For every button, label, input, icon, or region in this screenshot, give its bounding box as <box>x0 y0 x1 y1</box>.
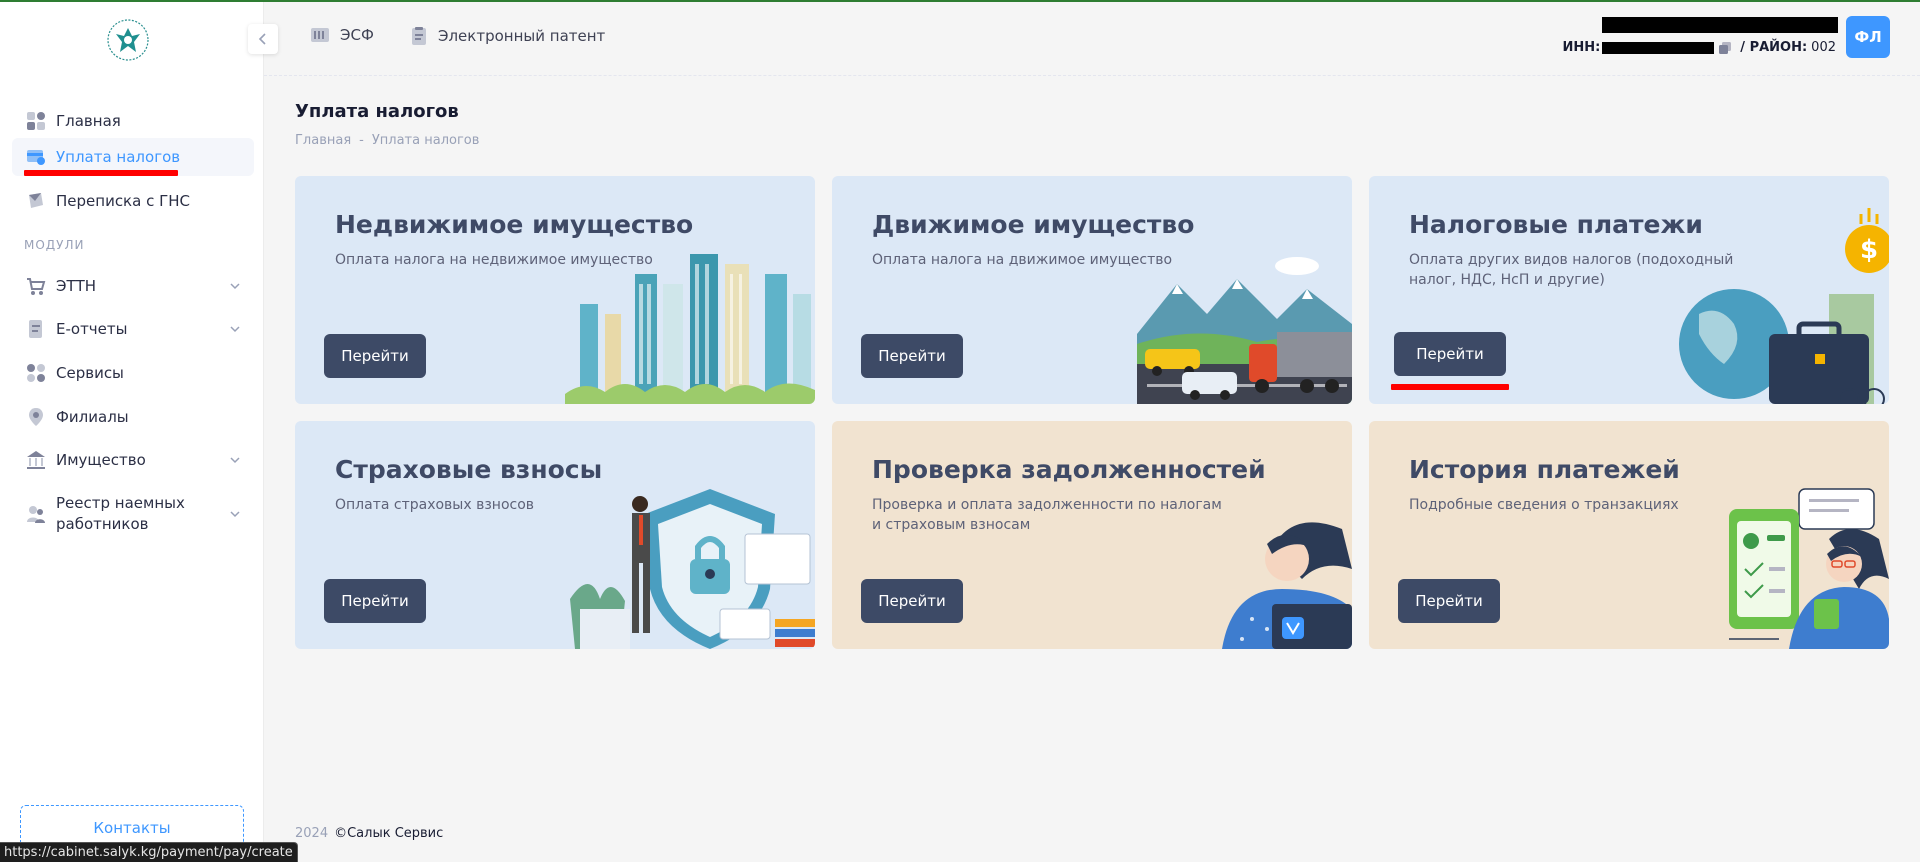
sidebar: Главная Уплата налогов Переписка с ГНС М… <box>0 0 264 862</box>
card-title: Недвижимое имущество <box>335 210 694 239</box>
sidebar-item-label: Сервисы <box>56 363 124 382</box>
card-title: Движимое имущество <box>872 210 1195 239</box>
sidebar-item-correspondence[interactable]: Переписка с ГНС <box>12 183 254 219</box>
card-title: История платежей <box>1409 455 1680 484</box>
city-buildings-illustration <box>565 254 815 404</box>
modules-section-label: МОДУЛИ <box>24 238 85 252</box>
go-button[interactable]: Перейти <box>324 334 426 378</box>
emblem-logo <box>107 19 149 61</box>
top-header: ЭСФ Электронный патент <box>264 0 1920 76</box>
mail-icon <box>26 191 46 211</box>
bank-icon <box>26 450 46 470</box>
reports-icon <box>26 319 46 339</box>
go-button[interactable]: Перейти <box>861 334 963 378</box>
patent-icon <box>410 26 428 46</box>
breadcrumb-separator: - <box>359 133 364 148</box>
chevron-down-icon <box>230 511 240 518</box>
sidebar-item-home[interactable]: Главная <box>12 103 254 139</box>
go-button[interactable]: Перейти <box>1394 332 1506 376</box>
breadcrumb-current: Уплата налогов <box>371 133 480 148</box>
inn-value-redacted <box>1602 41 1715 54</box>
woman-laptop-illustration <box>1222 522 1352 649</box>
sidebar-item-property[interactable]: Имущество <box>12 442 254 478</box>
user-avatar[interactable]: ФЛ <box>1846 16 1890 58</box>
sidebar-item-label: Главная <box>56 111 121 130</box>
sidebar-item-services[interactable]: Сервисы <box>12 355 254 391</box>
vehicles-mountains-illustration <box>1137 257 1352 404</box>
sidebar-item-label: Е-отчеты <box>56 319 128 338</box>
top-accent-line <box>0 0 1920 2</box>
people-icon <box>26 504 46 524</box>
sidebar-item-label: ЭТТН <box>56 276 97 295</box>
e-patent-link[interactable]: Электронный патент <box>410 26 605 46</box>
browser-status-url: https://cabinet.salyk.kg/payment/pay/cre… <box>0 842 298 862</box>
page-title: Уплата налогов <box>295 101 459 122</box>
svg-text:$: $ <box>1860 235 1878 265</box>
sidebar-item-branches[interactable]: Филиалы <box>12 399 254 435</box>
esf-link-label: ЭСФ <box>340 26 374 44</box>
go-button[interactable]: Перейти <box>324 579 426 623</box>
inn-label: ИНН: <box>1562 40 1601 55</box>
region-label: / РАЙОН: <box>1740 40 1808 55</box>
invoice-icon <box>310 26 330 44</box>
sidebar-item-label: Переписка с ГНС <box>56 191 190 210</box>
sidebar-item-label: Реестр наемных работников <box>56 494 185 533</box>
footer: 2024 ©Салык Сервис <box>295 826 443 841</box>
payment-icon <box>26 147 46 167</box>
highlight-underline <box>1391 384 1509 390</box>
services-icon <box>26 363 46 383</box>
go-button[interactable]: Перейти <box>861 579 963 623</box>
sidebar-collapse-button[interactable] <box>248 24 278 54</box>
copy-icon[interactable] <box>1718 41 1732 55</box>
chevron-down-icon <box>230 283 240 290</box>
footer-copyright[interactable]: ©Салык Сервис <box>334 826 443 841</box>
security-shield-illustration <box>570 489 815 649</box>
user-name-redacted <box>1602 17 1838 33</box>
card-title: Страховые взносы <box>335 455 603 484</box>
sidebar-item-label: Уплата налогов <box>56 147 181 166</box>
cart-icon <box>26 276 46 296</box>
dashboard-icon <box>26 111 46 131</box>
chevron-down-icon <box>230 457 240 464</box>
sidebar-item-label: Имущество <box>56 450 146 469</box>
sidebar-item-e-reports[interactable]: Е-отчеты <box>12 311 254 347</box>
sidebar-item-label: Филиалы <box>56 407 129 426</box>
chevron-left-icon <box>258 33 266 45</box>
inn-row: ИНН: / РАЙОН: 002 <box>1562 40 1836 55</box>
card-insurance-contributions: Страховые взносы Оплата страховых взносо… <box>295 421 815 649</box>
footer-year: 2024 <box>295 826 329 841</box>
location-icon <box>26 407 46 427</box>
sidebar-item-ettn[interactable]: ЭТТН <box>12 268 254 304</box>
globe-briefcase-illustration: $ <box>1679 208 1889 404</box>
e-patent-link-label: Электронный патент <box>438 27 606 45</box>
chevron-down-icon <box>230 326 240 333</box>
card-title: Проверка задолженностей <box>872 455 1266 484</box>
esf-link[interactable]: ЭСФ <box>310 26 374 44</box>
card-movable-property: Движимое имущество Оплата налога на движ… <box>832 176 1352 404</box>
highlight-underline <box>24 170 178 176</box>
go-button[interactable]: Перейти <box>1398 579 1500 623</box>
region-value: 002 <box>1811 40 1836 55</box>
breadcrumb: Главная - Уплата налогов <box>295 133 479 148</box>
breadcrumb-home[interactable]: Главная <box>295 133 351 148</box>
sidebar-item-employees-registry[interactable]: Реестр наемных работников <box>12 490 254 538</box>
card-real-estate: Недвижимое имущество Оплата налога на не… <box>295 176 815 404</box>
card-description: Проверка и оплата задолженности по налог… <box>872 497 1222 533</box>
card-tax-payments: Налоговые платежи Оплата других видов на… <box>1369 176 1889 404</box>
woman-phone-illustration <box>1729 488 1889 649</box>
card-debt-check: Проверка задолженностей Проверка и оплат… <box>832 421 1352 649</box>
card-description: Подробные сведения о транзакциях <box>1409 497 1679 513</box>
card-payment-history: История платежей Подробные сведения о тр… <box>1369 421 1889 649</box>
